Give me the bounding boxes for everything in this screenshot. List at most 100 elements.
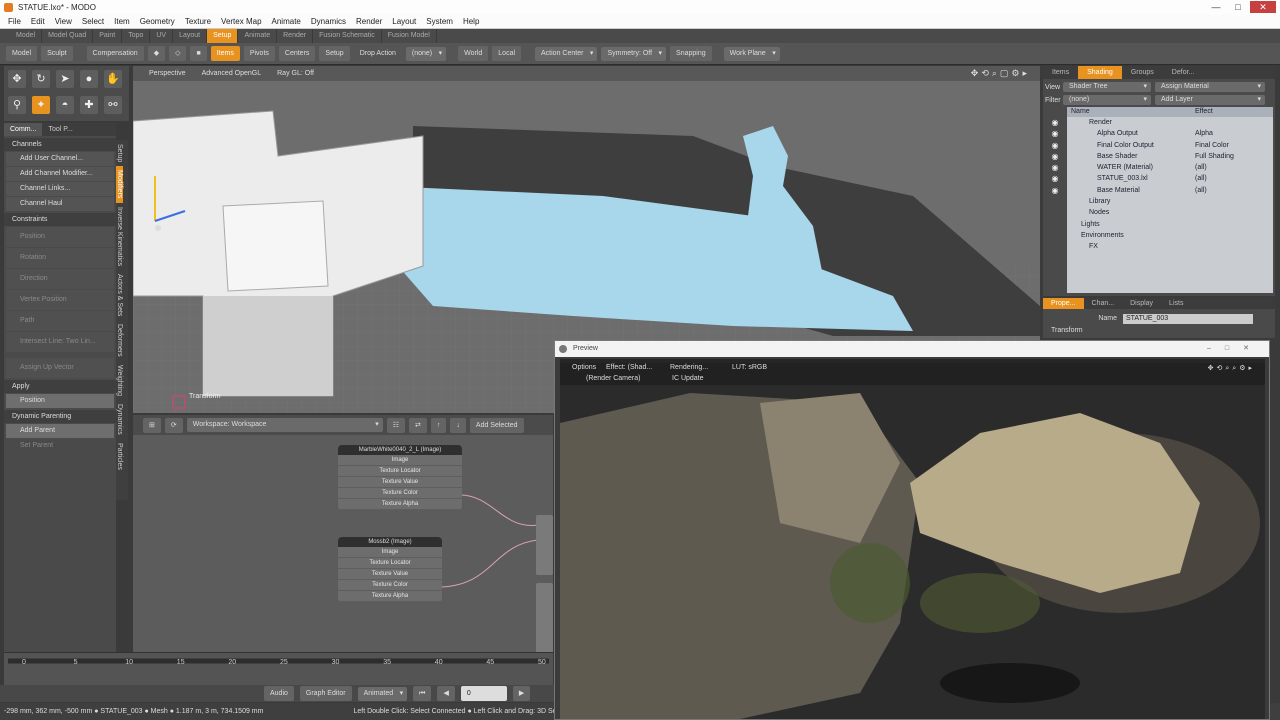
graph-up-icon[interactable]: ↑ (430, 417, 447, 433)
tree-row-library[interactable]: Library (1067, 196, 1273, 207)
menu-vertex-map[interactable]: Vertex Map (216, 15, 266, 28)
sculpt-mode-button[interactable]: Sculpt (41, 46, 73, 61)
tab-fusion-model[interactable]: Fusion Model (382, 29, 437, 43)
tab-groups[interactable]: Groups (1122, 66, 1163, 79)
graph-down-icon[interactable]: ↓ (450, 417, 466, 433)
viewport-perspective-menu[interactable]: Perspective (149, 66, 186, 81)
dynamic-parenting-section[interactable]: Dynamic Parenting (4, 410, 116, 423)
transform-section[interactable]: Transform (1043, 327, 1275, 334)
filter-dropdown[interactable]: (none) (1063, 95, 1151, 105)
play-icon[interactable]: ▶ (512, 686, 531, 701)
direction-constraint-button[interactable]: Direction (6, 269, 114, 289)
preview-window-buttons[interactable]: –□✕ (1207, 341, 1263, 357)
menu-edit[interactable]: Edit (26, 15, 50, 28)
visibility-eye-icon[interactable]: ◉ (1045, 117, 1065, 128)
tab-tool-properties[interactable]: Tool P... (42, 123, 78, 136)
viewport-shading-menu[interactable]: Advanced OpenGL (202, 66, 262, 81)
tab-properties[interactable]: Prope... (1043, 298, 1084, 309)
tab-uv[interactable]: UV (150, 29, 174, 43)
audio-button[interactable]: Audio (264, 686, 294, 701)
node-port-texture-locator[interactable]: Texture Locator (338, 558, 442, 569)
preview-ic-update-button[interactable]: IC Update (672, 375, 704, 382)
frame-field[interactable]: 0 (460, 686, 507, 701)
snapping-button[interactable]: Snapping (670, 46, 712, 61)
locator-tool-icon[interactable]: ✚ (80, 96, 98, 114)
model-mode-button[interactable]: Model (6, 46, 38, 61)
name-field[interactable]: STATUE_003 (1123, 313, 1253, 324)
visibility-eye-icon[interactable]: ◉ (1045, 185, 1065, 196)
skip-start-icon[interactable]: ⏮ (413, 686, 432, 701)
tab-render[interactable]: Render (277, 29, 314, 43)
menu-render[interactable]: Render (351, 15, 387, 28)
vtab-particles[interactable]: Particles (116, 439, 123, 474)
assign-material-dropdown[interactable]: Assign Material (1155, 82, 1265, 92)
preview-lut-menu[interactable]: LUT: sRGB (732, 364, 767, 371)
menu-help[interactable]: Help (458, 15, 484, 28)
add-channel-modifier-button[interactable]: Add Channel Modifier... (6, 167, 114, 181)
setup-mode-button[interactable]: Setup (319, 46, 350, 61)
tree-row-base-shader[interactable]: Base Shader Full Shading (1067, 151, 1273, 162)
viewport-nav-icons[interactable]: ✥⟲⌕▢⚙▸ (971, 68, 1030, 79)
node-port-image[interactable]: Image (338, 455, 462, 466)
workspace-dropdown[interactable]: Workspace: Workspace (186, 418, 383, 432)
joint-tool-icon[interactable]: ✦ (32, 96, 50, 114)
constraints-section[interactable]: Constraints (4, 213, 116, 226)
rotation-constraint-button[interactable]: Rotation (6, 248, 114, 268)
channel-links-button[interactable]: Channel Links... (6, 182, 114, 196)
rotate-tool-icon[interactable]: ↻ (32, 70, 50, 88)
edges-mode-icon[interactable]: ◇ (169, 46, 187, 61)
graph-refresh-icon[interactable]: ⟳ (164, 417, 183, 433)
timeline[interactable]: 0 5 10 15 20 25 30 35 40 45 50 (4, 652, 553, 685)
node-port-texture-color[interactable]: Texture Color (338, 488, 462, 499)
polygons-mode-icon[interactable]: ■ (190, 46, 207, 61)
tree-row-fx[interactable]: FX (1067, 241, 1273, 252)
add-layer-dropdown[interactable]: Add Layer (1155, 95, 1265, 105)
tree-row-lights[interactable]: Lights (1067, 219, 1273, 230)
visibility-eye-icon[interactable]: ◉ (1045, 140, 1065, 151)
menu-geometry[interactable]: Geometry (135, 15, 180, 28)
tab-layout[interactable]: Layout (173, 29, 208, 43)
pivots-mode-button[interactable]: Pivots (243, 46, 275, 61)
tab-channels[interactable]: Chan... (1084, 298, 1123, 309)
vtab-setup[interactable]: Setup (116, 140, 123, 166)
tree-row-base-material[interactable]: Base Material (all) (1067, 185, 1273, 196)
node-port-texture-value[interactable]: Texture Value (338, 569, 442, 580)
vtab-modifiers[interactable]: Modifiers (116, 166, 123, 203)
tree-row-alpha-output[interactable]: Alpha Output Alpha (1067, 128, 1273, 139)
tab-animate[interactable]: Animate (238, 29, 278, 43)
node-port-texture-locator[interactable]: Texture Locator (338, 466, 462, 477)
minimize-button[interactable]: — (1206, 1, 1226, 13)
menu-texture[interactable]: Texture (180, 15, 216, 28)
node-port-texture-alpha[interactable]: Texture Alpha (338, 499, 462, 510)
position-constraint-button[interactable]: Position (6, 227, 114, 247)
tab-model[interactable]: Model (10, 29, 43, 43)
menu-item[interactable]: Item (109, 15, 135, 28)
graph-editor-button[interactable]: Graph Editor (299, 686, 352, 701)
tab-shading[interactable]: Shading (1078, 66, 1122, 79)
path-constraint-button[interactable]: Path (6, 311, 114, 331)
menu-file[interactable]: File (3, 15, 26, 28)
apply-position-button[interactable]: Position (6, 394, 114, 408)
menu-system[interactable]: System (421, 15, 458, 28)
intersect-constraint-button[interactable]: Intersect Line: Two Lin... (6, 332, 114, 352)
close-button[interactable]: ✕ (1250, 1, 1276, 13)
menu-animate[interactable]: Animate (267, 15, 306, 28)
tree-row-render[interactable]: Render (1067, 117, 1273, 128)
vtab-dynamics[interactable]: Dynamics (116, 400, 123, 439)
visibility-eye-icon[interactable]: ◉ (1045, 151, 1065, 162)
skeleton-tool-icon[interactable]: ⚲ (8, 96, 26, 114)
graph-node-moss[interactable]: Mossb2 (Image) Image Texture Locator Tex… (338, 537, 442, 602)
items-mode-button[interactable]: Items (210, 46, 240, 61)
visibility-eye-icon[interactable]: ◉ (1045, 128, 1065, 139)
menu-dynamics[interactable]: Dynamics (306, 15, 351, 28)
animated-dropdown[interactable]: Animated (357, 686, 408, 701)
preview-render-image[interactable] (560, 363, 1265, 719)
node-port-image[interactable]: Image (338, 547, 442, 558)
visibility-eye-icon[interactable]: ◉ (1045, 173, 1065, 184)
light-tool-icon[interactable]: ● (80, 70, 98, 88)
node-port-texture-color[interactable]: Texture Color (338, 580, 442, 591)
vtab-weighting[interactable]: Weighting (116, 361, 123, 400)
assign-up-vector-button[interactable]: Assign Up Vector (6, 358, 114, 378)
graph-layout-icon[interactable]: ☷ (386, 417, 406, 433)
drop-action-dropdown[interactable]: (none) (405, 46, 447, 61)
